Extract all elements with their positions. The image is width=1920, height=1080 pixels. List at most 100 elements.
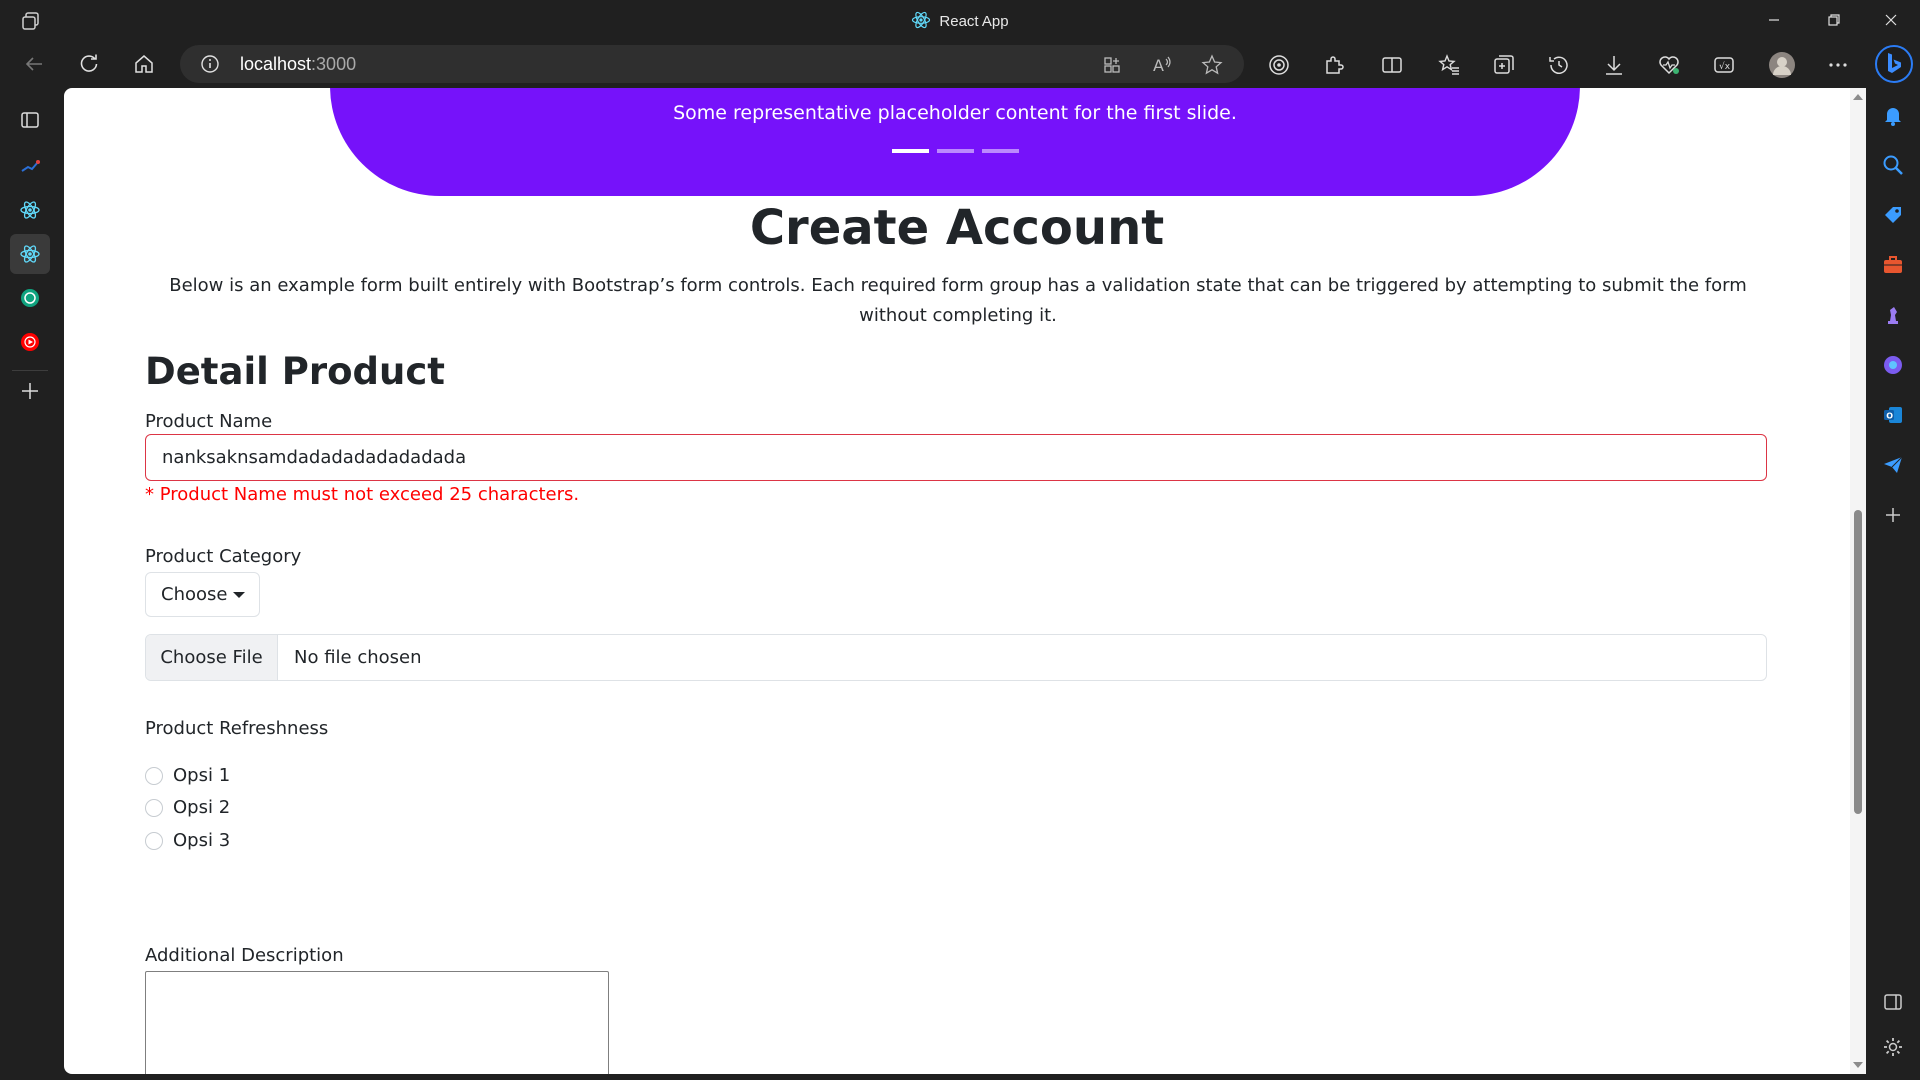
page-title: Create Account <box>749 200 1165 256</box>
browser-essentials-icon[interactable] <box>1655 52 1683 78</box>
radio-label: Opsi 2 <box>173 797 231 818</box>
url-bar[interactable]: localhost:3000 A <box>180 45 1244 83</box>
favorites-icon[interactable] <box>1435 52 1463 78</box>
tab-youtube-music[interactable] <box>10 322 50 362</box>
radio-label: Opsi 1 <box>173 765 231 786</box>
vertical-tabs <box>0 88 64 1080</box>
restore-icon <box>1828 14 1840 26</box>
close-window-button[interactable] <box>1868 6 1914 34</box>
product-freshness-label: Product Refreshness <box>145 718 329 739</box>
section-title: Detail Product <box>145 350 445 393</box>
svg-text:√x: √x <box>1719 61 1731 72</box>
scrollbar-thumb[interactable] <box>1854 510 1862 814</box>
hero-carousel[interactable]: Some representative placeholder content … <box>330 88 1580 196</box>
freshness-option-3[interactable]: Opsi 3 <box>145 830 230 851</box>
page-viewport: Some representative placeholder content … <box>64 88 1866 1074</box>
product-name-label: Product Name <box>145 411 273 432</box>
notifications-bell-icon[interactable] <box>1879 101 1907 129</box>
carousel-caption: Some representative placeholder content … <box>673 102 1237 124</box>
downloads-icon[interactable] <box>1600 52 1628 78</box>
tab-react-active[interactable] <box>10 234 50 274</box>
games-chess-icon[interactable] <box>1879 301 1907 329</box>
page-description: Below is an example form built entirely … <box>169 275 1747 326</box>
profile-avatar[interactable] <box>1768 52 1796 78</box>
radio-button[interactable] <box>145 798 163 817</box>
tab-favicon-1[interactable] <box>10 146 50 186</box>
history-icon[interactable] <box>1545 52 1573 78</box>
caret-down-icon <box>233 591 246 598</box>
search-icon[interactable] <box>1879 151 1907 179</box>
carousel-indicator-1[interactable] <box>891 149 929 153</box>
title-bar: React App <box>0 0 1920 40</box>
tracking-prevention-icon[interactable] <box>1265 52 1293 78</box>
telegram-send-icon[interactable] <box>1879 451 1907 479</box>
tab-actions-icon <box>21 112 39 128</box>
edge-sidebar: O <box>1866 88 1920 1080</box>
url-host: localhost <box>240 54 312 74</box>
favorite-star-icon[interactable] <box>1199 52 1225 78</box>
carousel-indicator-3[interactable] <box>981 149 1019 153</box>
tab-actions-menu[interactable] <box>10 100 50 140</box>
page-scrollbar[interactable] <box>1850 88 1866 1074</box>
react-favicon-icon <box>20 245 40 263</box>
more-options-icon[interactable] <box>1824 52 1852 78</box>
product-category-dropdown[interactable]: Choose <box>145 572 260 617</box>
react-favicon-icon <box>20 201 40 219</box>
math-solver-icon[interactable]: √x <box>1710 52 1738 78</box>
radio-button[interactable] <box>145 831 163 850</box>
restore-button[interactable] <box>1811 6 1857 34</box>
add-sidebar-app-icon[interactable] <box>1879 501 1907 529</box>
svg-text:O: O <box>1886 412 1893 421</box>
refresh-icon <box>80 54 98 72</box>
read-aloud-icon[interactable]: A <box>1149 52 1175 78</box>
copilot-bing-icon[interactable] <box>1874 44 1914 84</box>
extensions-icon[interactable] <box>1320 52 1348 78</box>
tools-briefcase-icon[interactable] <box>1879 251 1907 279</box>
home-button[interactable] <box>126 48 162 80</box>
chart-favicon-icon <box>21 160 40 172</box>
address-bar-row: localhost:3000 A √x <box>0 40 1920 88</box>
file-status-text: No file chosen <box>294 647 422 668</box>
shopping-tag-icon[interactable] <box>1879 201 1907 229</box>
scroll-up-arrow-icon[interactable] <box>1853 94 1863 100</box>
close-icon <box>1885 14 1897 26</box>
app-available-icon[interactable] <box>1099 52 1125 78</box>
minimize-button[interactable] <box>1751 6 1797 34</box>
url-text[interactable]: localhost:3000 <box>240 54 356 75</box>
youtube-music-icon <box>21 333 39 351</box>
chatgpt-favicon-icon <box>21 289 39 307</box>
back-arrow-icon <box>25 57 42 71</box>
file-upload-field[interactable]: Choose File No file chosen <box>145 634 1767 681</box>
plus-icon <box>22 383 38 399</box>
product-category-label: Product Category <box>145 546 302 567</box>
carousel-indicators <box>330 149 1580 153</box>
home-icon <box>135 55 153 73</box>
react-favicon-icon <box>911 10 931 34</box>
radio-label: Opsi 3 <box>173 830 231 851</box>
product-name-error: * Product Name must not exceed 25 charac… <box>145 484 580 505</box>
radio-button[interactable] <box>145 766 163 785</box>
new-tab-button[interactable] <box>10 371 50 411</box>
carousel-indicator-2[interactable] <box>936 149 974 153</box>
refresh-button[interactable] <box>71 48 107 80</box>
additional-description-textarea[interactable] <box>145 971 609 1074</box>
choose-file-button[interactable]: Choose File <box>146 635 278 680</box>
hide-sidebar-icon[interactable] <box>1879 988 1907 1016</box>
freshness-option-2[interactable]: Opsi 2 <box>145 797 230 818</box>
additional-description-label: Additional Description <box>145 945 344 966</box>
window-title-text: React App <box>939 13 1009 30</box>
scroll-down-arrow-icon[interactable] <box>1853 1062 1863 1068</box>
site-info-icon[interactable] <box>200 54 220 79</box>
tab-react-1[interactable] <box>10 190 50 230</box>
dropdown-selected-text: Choose <box>161 584 228 605</box>
copilot-app-icon[interactable] <box>1879 351 1907 379</box>
tab-chatgpt[interactable] <box>10 278 50 318</box>
collections-icon[interactable] <box>1490 52 1518 78</box>
split-screen-icon[interactable] <box>1378 52 1406 78</box>
back-button[interactable] <box>16 48 52 80</box>
freshness-option-1[interactable]: Opsi 1 <box>145 765 230 786</box>
product-name-input[interactable] <box>145 434 1767 481</box>
outlook-icon[interactable]: O <box>1879 401 1907 429</box>
url-port: :3000 <box>311 54 357 74</box>
sidebar-settings-gear-icon[interactable] <box>1879 1033 1907 1061</box>
